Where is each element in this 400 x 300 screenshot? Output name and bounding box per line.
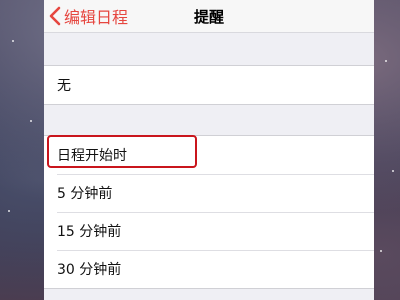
star	[8, 210, 10, 212]
option-30-min-before[interactable]: 30 分钟前	[44, 250, 374, 288]
star	[385, 60, 387, 62]
reminder-settings-panel: 编辑日程 提醒 无 日程开始时 5 分钟前 15 分钟前 30 分钟前	[44, 0, 374, 300]
option-label: 无	[57, 78, 71, 94]
chevron-left-icon	[49, 6, 61, 26]
star	[380, 250, 382, 252]
star	[392, 170, 394, 172]
option-5-min-before[interactable]: 5 分钟前	[44, 174, 374, 212]
back-button-label: 编辑日程	[64, 8, 129, 27]
option-label: 15 分钟前	[57, 224, 122, 240]
highlight-annotation-box	[47, 135, 197, 168]
option-group-none: 无	[44, 65, 374, 105]
star	[12, 40, 14, 42]
option-label: 5 分钟前	[57, 186, 113, 202]
option-none[interactable]: 无	[44, 66, 374, 104]
navigation-bar: 编辑日程 提醒	[44, 0, 374, 33]
option-15-min-before[interactable]: 15 分钟前	[44, 212, 374, 250]
star	[30, 120, 32, 122]
back-button[interactable]: 编辑日程	[48, 3, 128, 29]
option-label: 30 分钟前	[57, 262, 122, 278]
